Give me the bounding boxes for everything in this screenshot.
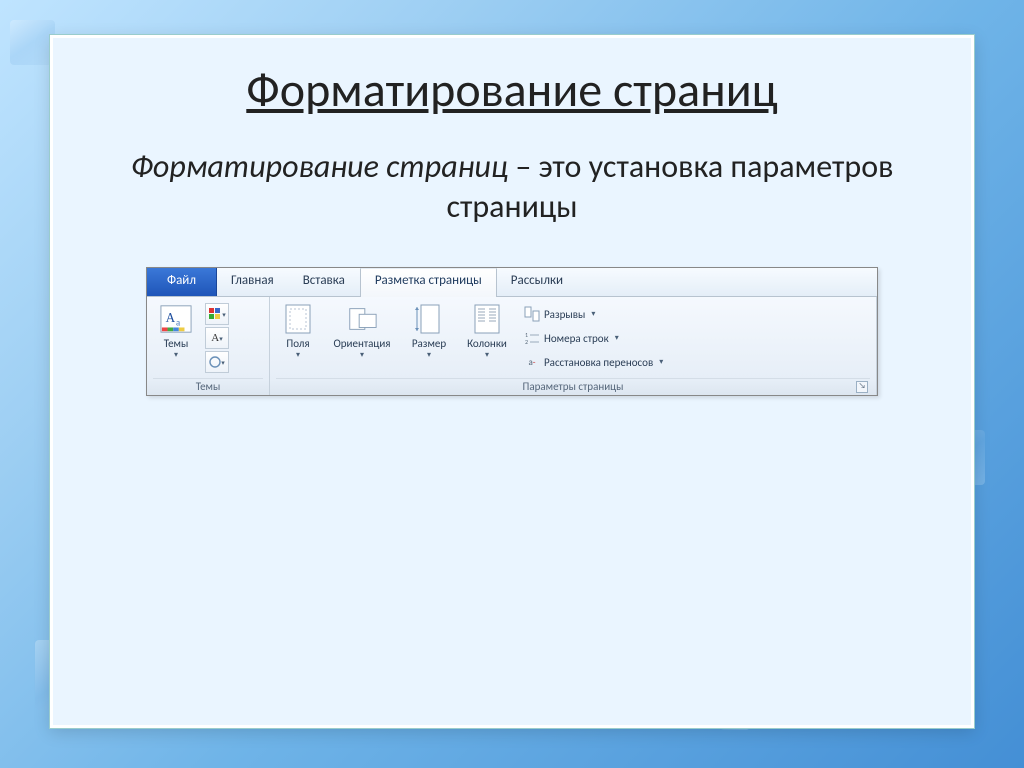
columns-icon [471, 303, 503, 335]
margins-button[interactable]: Поля ▾ [276, 301, 320, 359]
size-button-label: Размер [412, 338, 446, 350]
hyphenation-button[interactable]: a- Расстановка переносов ▾ [520, 351, 667, 373]
orientation-icon [346, 303, 378, 335]
decoration-square [10, 20, 55, 65]
line-numbers-icon: 12 [524, 330, 540, 346]
breaks-button[interactable]: Разрывы ▾ [520, 303, 667, 325]
breaks-label: Разрывы [544, 308, 585, 321]
orientation-button[interactable]: Ориентация ▾ [326, 301, 398, 359]
dropdown-arrow-icon: ▾ [174, 351, 178, 359]
ribbon-tabs: Файл Главная Вставка Разметка страницы Р… [147, 268, 877, 297]
breaks-icon [524, 306, 540, 322]
svg-text:2: 2 [525, 338, 528, 346]
themes-aux-buttons: ▾ A▾ ▾ [205, 301, 229, 373]
margins-button-label: Поля [286, 338, 309, 350]
theme-fonts-button[interactable]: A▾ [205, 327, 229, 349]
themes-button[interactable]: A a Темы ▾ [153, 301, 199, 359]
definition-term: Форматирование страниц [131, 147, 508, 186]
slide-definition: Форматирование страниц – это установка п… [93, 147, 931, 227]
columns-button[interactable]: Колонки ▾ [460, 301, 514, 359]
group-themes: A a Темы ▾ [147, 297, 270, 395]
dropdown-arrow-icon: ▾ [296, 351, 300, 359]
themes-button-label: Темы [164, 338, 189, 350]
size-button[interactable]: Размер ▾ [404, 301, 454, 359]
slide-background: Форматирование страниц Форматирование ст… [0, 0, 1024, 768]
word-ribbon-screenshot: Файл Главная Вставка Разметка страницы Р… [146, 267, 878, 396]
line-numbers-button[interactable]: 12 Номера строк ▾ [520, 327, 667, 349]
tab-page-layout[interactable]: Разметка страницы [360, 268, 497, 297]
group-page-setup-label-text: Параметры страницы [523, 380, 624, 393]
dropdown-arrow-icon: ▾ [591, 309, 595, 319]
hyphenation-icon: a- [524, 354, 540, 370]
ribbon-body: A a Темы ▾ [147, 297, 877, 395]
dialog-launcher-icon[interactable]: ↘ [856, 381, 868, 393]
size-icon [413, 303, 445, 335]
margins-icon [282, 303, 314, 335]
slide-frame: Форматирование страниц Форматирование ст… [50, 35, 974, 728]
svg-text:A: A [166, 310, 176, 325]
definition-text: – это установка параметров страницы [446, 147, 893, 226]
theme-colors-button[interactable]: ▾ [205, 303, 229, 325]
dropdown-arrow-icon: ▾ [659, 357, 663, 367]
dropdown-arrow-icon: ▾ [485, 351, 489, 359]
group-page-setup: Поля ▾ Ориентация ▾ [270, 297, 877, 395]
dropdown-arrow-icon: ▾ [615, 333, 619, 343]
slide-title: Форматирование страниц [83, 60, 941, 119]
line-numbers-label: Номера строк [544, 332, 609, 345]
group-page-setup-label: Параметры страницы ↘ [276, 378, 870, 395]
dropdown-arrow-icon: ▾ [427, 351, 431, 359]
themes-icon: A a [160, 303, 192, 335]
tab-insert[interactable]: Вставка [289, 268, 360, 296]
group-themes-label: Темы [153, 378, 263, 395]
tab-mailings[interactable]: Рассылки [497, 268, 578, 296]
tab-file[interactable]: Файл [147, 268, 217, 296]
hyphenation-label: Расстановка переносов [544, 356, 653, 369]
tab-home[interactable]: Главная [217, 268, 289, 296]
theme-effects-button[interactable]: ▾ [205, 351, 229, 373]
columns-button-label: Колонки [467, 338, 507, 350]
dropdown-arrow-icon: ▾ [360, 351, 364, 359]
orientation-button-label: Ориентация [333, 338, 390, 350]
page-setup-small-commands: Разрывы ▾ 12 Номера строк ▾ [520, 301, 667, 373]
